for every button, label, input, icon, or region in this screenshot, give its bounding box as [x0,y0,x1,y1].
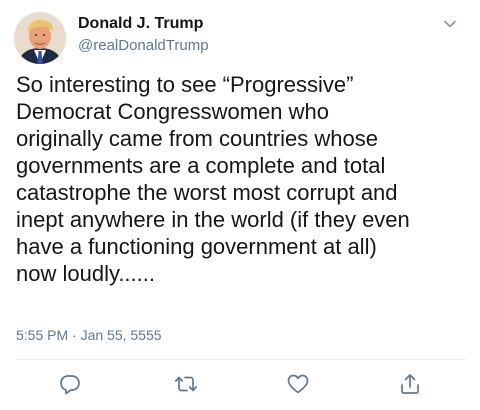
reply-button[interactable] [58,372,82,396]
action-bar [0,372,480,398]
tweet-card: Donald J. Trump @realDonaldTrump So inte… [0,0,480,410]
like-button[interactable] [286,372,310,396]
chevron-down-icon[interactable] [442,16,458,32]
timestamp[interactable]: 5:55 PM · Jan 55, 5555 [16,326,162,344]
avatar-image [14,12,66,64]
share-button[interactable] [398,372,422,396]
divider [16,359,466,360]
user-handle[interactable]: @realDonaldTrump [78,37,209,55]
heart-icon [287,374,309,394]
reply-icon [60,375,80,395]
share-icon [401,374,419,394]
display-name[interactable]: Donald J. Trump [78,14,203,34]
retweet-icon [174,376,198,392]
avatar[interactable] [14,12,66,64]
retweet-button[interactable] [174,372,198,396]
tweet-text: So interesting to see “Progressive” Demo… [16,72,410,286]
